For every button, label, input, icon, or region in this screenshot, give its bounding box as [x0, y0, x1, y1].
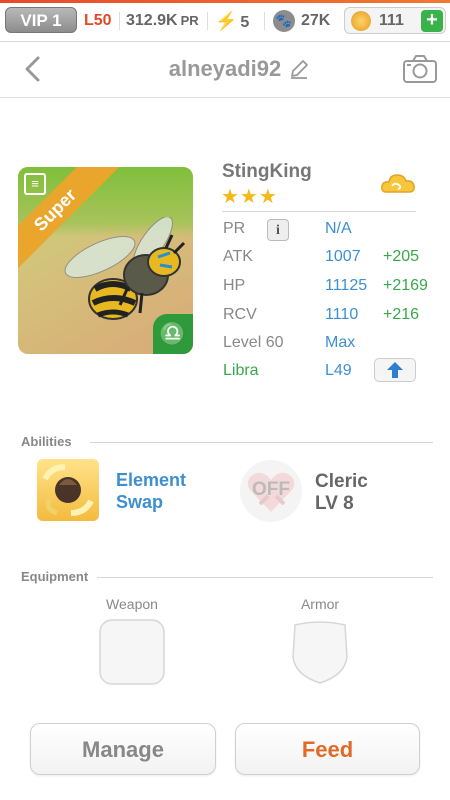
- paw-counter: 🐾 27K: [273, 9, 330, 33]
- page-header: alneyadi92: [0, 42, 450, 98]
- vip-badge[interactable]: VIP 1: [5, 7, 77, 33]
- manage-button[interactable]: Manage: [30, 723, 216, 775]
- stat-row-level: Level 60 Max: [223, 329, 438, 357]
- stat-label: HP: [223, 277, 246, 294]
- cloud-element-icon: [381, 174, 415, 193]
- document-icon: ≡: [24, 173, 46, 195]
- ability-name-line2: Swap: [116, 492, 164, 512]
- player-pr: 312.9K PR: [126, 9, 199, 33]
- swap-orb-icon: [42, 464, 94, 516]
- armor-label: Armor: [300, 596, 340, 612]
- stat-row-pr: PR i N/A: [223, 215, 438, 243]
- stat-value: 1007: [325, 248, 361, 265]
- abilities-section-title: Abilities: [21, 434, 72, 449]
- ability-name[interactable]: Element Swap: [116, 469, 186, 513]
- stat-row-hp: HP 11125 +2169: [223, 272, 438, 300]
- class-name: Cleric: [315, 471, 368, 492]
- rarity-stars: ★★★: [221, 186, 278, 208]
- feed-button[interactable]: Feed: [235, 723, 420, 775]
- stat-value: N/A: [325, 220, 352, 237]
- coins-counter: 111 +: [344, 7, 446, 34]
- coin-icon: [351, 11, 371, 31]
- top-status-bar: VIP 1 L50 312.9K PR ⚡ 5 🐾 27K 111 +: [0, 0, 450, 42]
- monster-name: StingKing: [222, 161, 312, 182]
- edit-pencil-icon[interactable]: [288, 58, 310, 80]
- energy-value: 5: [240, 14, 250, 31]
- ability-name-line1: Element: [116, 470, 187, 490]
- equipment-section-title: Equipment: [21, 569, 89, 584]
- section-divider: [97, 577, 433, 578]
- stat-label: PR: [223, 220, 246, 237]
- stat-row-rcv: RCV 1110 +216: [223, 301, 438, 329]
- pr-unit: PR: [180, 13, 199, 28]
- libra-zodiac-icon: ♎: [153, 314, 193, 354]
- divider: [207, 12, 208, 30]
- element-swap-icon[interactable]: [37, 459, 99, 521]
- weapon-label: Weapon: [106, 596, 158, 612]
- monster-detail-screen: VIP 1 L50 312.9K PR ⚡ 5 🐾 27K 111 + alneyad…: [0, 0, 450, 800]
- up-arrow-icon: [387, 362, 403, 378]
- paw-icon: 🐾: [273, 9, 295, 32]
- zodiac-upgrade-button[interactable]: [374, 358, 416, 382]
- coin-value: 111: [379, 12, 404, 29]
- stat-bonus: +216: [383, 306, 420, 323]
- status-accent-line: [0, 0, 450, 3]
- paw-value: 27K: [301, 12, 331, 29]
- stat-row-zodiac: Libra L49: [223, 357, 438, 385]
- zodiac-label: Libra: [223, 362, 259, 379]
- stat-value: Max: [325, 334, 356, 351]
- energy-counter: ⚡ 5: [215, 9, 249, 33]
- stat-label: ATK: [223, 248, 253, 265]
- player-level: L50: [84, 12, 112, 29]
- class-skill-off-icon[interactable]: OFF: [240, 460, 302, 522]
- info-button[interactable]: i: [267, 219, 289, 241]
- zodiac-level: L49: [325, 362, 352, 379]
- lightning-icon: ⚡: [215, 11, 238, 31]
- add-coins-button[interactable]: +: [421, 10, 443, 32]
- stats-divider: [222, 211, 416, 212]
- stat-value: 11125: [325, 277, 368, 294]
- class-level: LV 8: [315, 493, 354, 514]
- stat-bonus: +205: [383, 248, 420, 265]
- section-divider: [90, 442, 433, 443]
- stat-row-atk: ATK 1007 +205: [223, 243, 438, 271]
- camera-icon[interactable]: [402, 54, 438, 84]
- stat-value: 1110: [325, 306, 359, 323]
- weapon-slot[interactable]: [99, 619, 165, 685]
- class-info: Cleric LV 8: [315, 471, 368, 515]
- pr-value: 312.9K: [126, 12, 178, 29]
- off-label: OFF: [252, 479, 290, 500]
- divider: [264, 12, 265, 30]
- stat-label: RCV: [223, 306, 257, 323]
- stat-label: Level 60: [223, 334, 284, 351]
- divider: [119, 12, 120, 30]
- armor-slot[interactable]: [287, 619, 353, 685]
- page-title: alneyadi92: [168, 56, 282, 81]
- monster-card[interactable]: Super ≡ ♎: [18, 167, 193, 354]
- stat-bonus: +2169: [383, 277, 428, 294]
